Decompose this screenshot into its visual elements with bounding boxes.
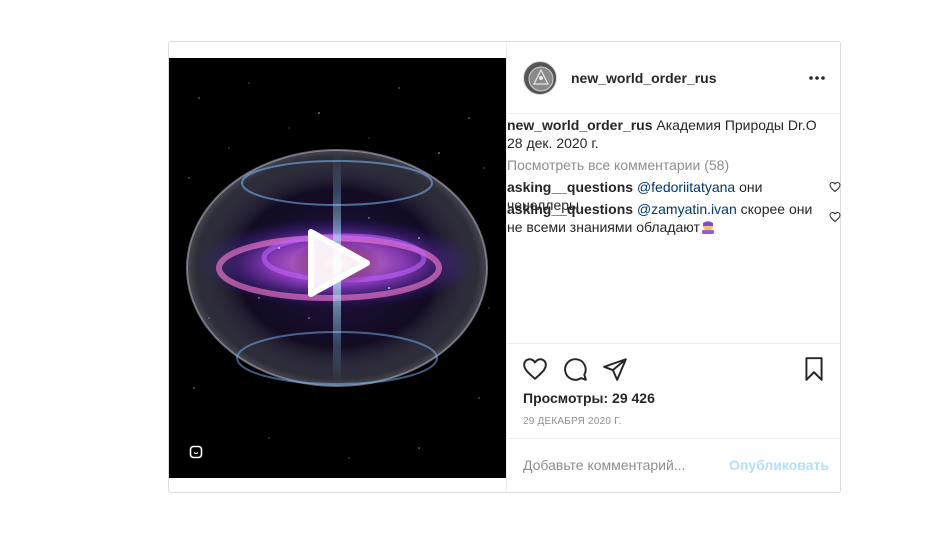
- bookmark-icon[interactable]: [801, 356, 827, 382]
- reels-badge-icon: [189, 445, 203, 459]
- comment-bubble-icon[interactable]: [562, 356, 588, 382]
- comment-like-heart-icon[interactable]: [829, 211, 841, 223]
- facepalm-emoji-icon: [701, 221, 714, 234]
- post-header: new_world_order_rus: [507, 42, 842, 114]
- post-sidebar: new_world_order_rus new_world_order_rus …: [506, 42, 842, 492]
- post-date: 29 декабря 2020 г.: [523, 416, 622, 427]
- avatar[interactable]: [523, 61, 557, 95]
- comment-item: asking__questions @zamyatin.ivan скорее …: [507, 200, 827, 236]
- caption-date: 28 дек. 2020 г.: [507, 135, 599, 151]
- comment-mention[interactable]: @fedoriitatyana: [637, 179, 735, 195]
- instagram-embed-card: new_world_order_rus new_world_order_rus …: [168, 41, 842, 493]
- add-comment-bar: Опубликовать: [507, 438, 842, 492]
- caption-text: Академия Природы Dr.O: [652, 117, 817, 133]
- comment-mention[interactable]: @zamyatin.ivan: [637, 201, 737, 217]
- view-all-comments-link[interactable]: Посмотреть все комментарии (58): [507, 156, 729, 174]
- seal-avatar-icon: [525, 63, 556, 94]
- paper-plane-icon[interactable]: [602, 356, 628, 382]
- comment-username[interactable]: asking__questions: [507, 179, 633, 195]
- heart-icon[interactable]: [522, 356, 548, 382]
- caption: new_world_order_rus Академия Природы Dr.…: [507, 116, 827, 134]
- caption-username[interactable]: new_world_order_rus: [507, 117, 653, 133]
- post-actions: Просмотры: 29 426 29 декабря 2020 г.: [507, 343, 842, 438]
- play-icon[interactable]: [303, 228, 373, 298]
- comment-input[interactable]: [523, 455, 713, 475]
- header-username[interactable]: new_world_order_rus: [571, 70, 717, 86]
- comment-like-heart-icon[interactable]: [829, 181, 841, 193]
- more-options-icon[interactable]: [805, 68, 829, 88]
- video-media[interactable]: [169, 58, 506, 478]
- comments-section: new_world_order_rus Академия Природы Dr.…: [507, 115, 842, 342]
- views-count[interactable]: Просмотры: 29 426: [523, 390, 655, 406]
- comment-username[interactable]: asking__questions: [507, 201, 633, 217]
- publish-button[interactable]: Опубликовать: [729, 457, 829, 473]
